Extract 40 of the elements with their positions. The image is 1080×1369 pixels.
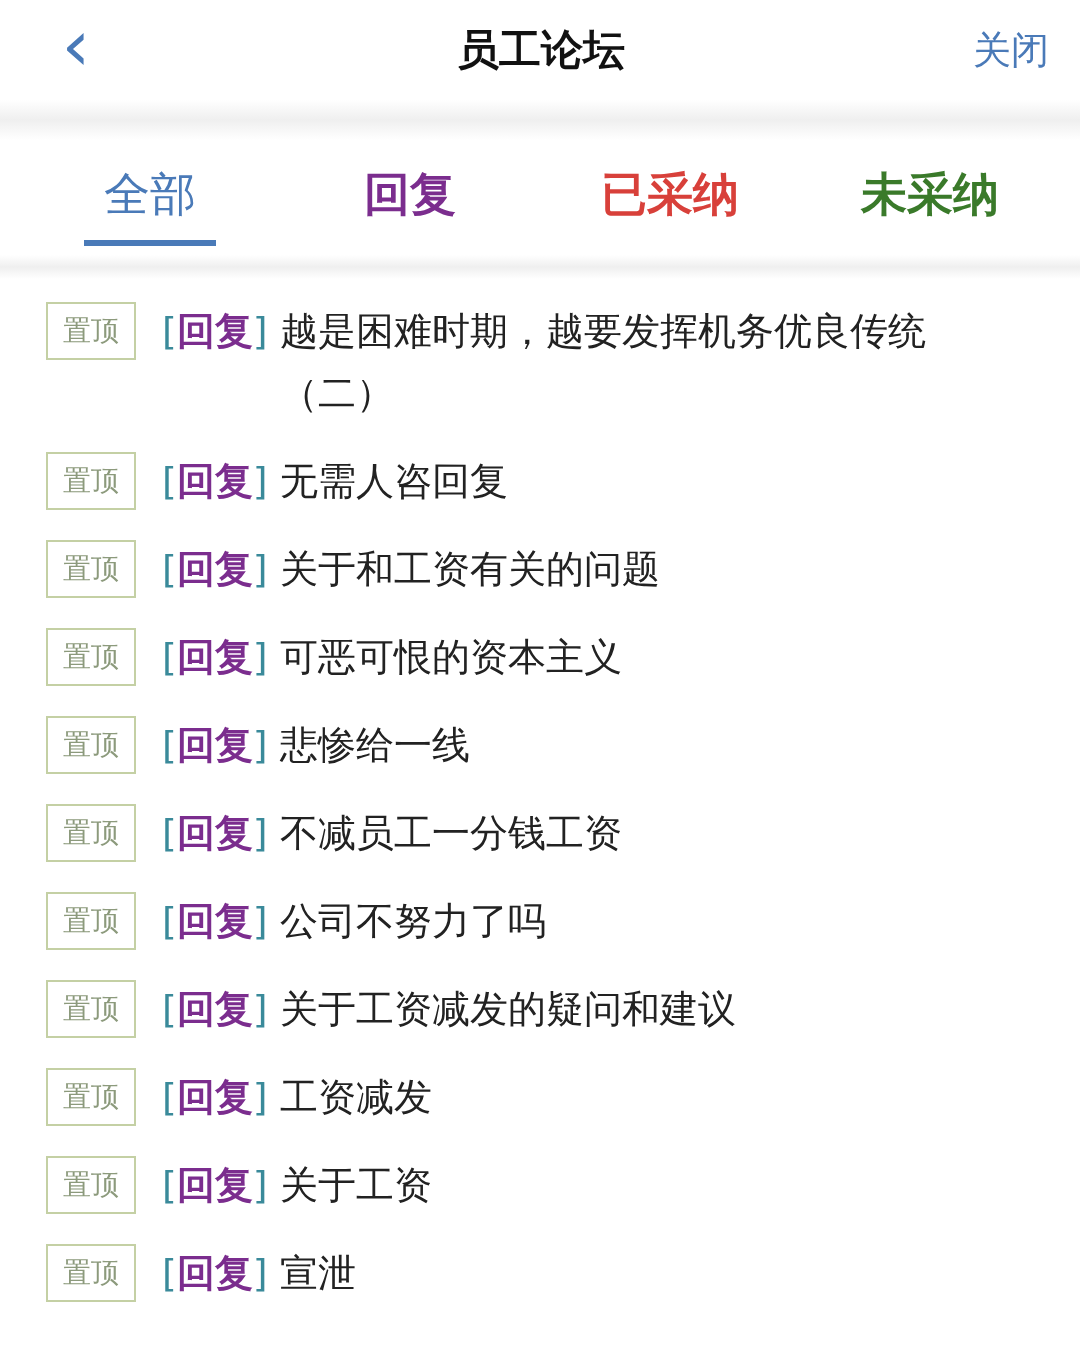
post-title[interactable]: 工资减发 — [279, 1066, 1020, 1128]
tab[interactable]: 全部 — [84, 149, 216, 246]
post-title[interactable]: 可恶可恨的资本主义 — [279, 626, 1020, 688]
pinned-badge: 置顶 — [46, 628, 136, 686]
reply-tag: [回复] — [162, 538, 268, 600]
back-button[interactable]: ‹ — [36, 9, 116, 91]
pinned-badge: 置顶 — [46, 892, 136, 950]
reply-tag: [回复] — [162, 626, 268, 688]
pinned-badge: 置顶 — [46, 716, 136, 774]
post-title[interactable]: 关于工资 — [279, 1154, 1020, 1216]
reply-tag: [回复] — [162, 450, 268, 512]
close-button[interactable]: 关闭 — [966, 24, 1056, 76]
post-title[interactable]: 公司不努力了吗 — [279, 890, 1020, 952]
reply-tag: [回复] — [162, 978, 268, 1040]
tab[interactable]: 回复 — [344, 149, 476, 246]
pinned-badge: 置顶 — [46, 452, 136, 510]
post-title[interactable]: 关于工资减发的疑问和建议 — [279, 978, 1020, 1040]
page-title: 员工论坛 — [457, 24, 625, 76]
pinned-badge: 置顶 — [46, 804, 136, 862]
reply-tag: [回复] — [162, 300, 268, 362]
pinned-badge: 置顶 — [46, 1244, 136, 1302]
post-title[interactable]: 无需人咨回复 — [279, 450, 1020, 512]
reply-tag: [回复] — [162, 1154, 268, 1216]
pinned-badge: 置顶 — [46, 1156, 136, 1214]
pinned-badge: 置顶 — [46, 980, 136, 1038]
post-title[interactable]: 悲惨给一线 — [279, 714, 1020, 776]
reply-tag: [回复] — [162, 1066, 268, 1128]
reply-tag: [回复] — [162, 714, 268, 776]
reply-tag: [回复] — [162, 1242, 268, 1304]
tab[interactable]: 已采纳 — [581, 149, 759, 246]
post-title[interactable]: 不减员工一分钱工资 — [279, 802, 1020, 864]
post-title[interactable]: 越是困难时期，越要发挥机务优良传统（二） — [279, 300, 1020, 424]
tab[interactable]: 未采纳 — [841, 149, 1019, 246]
post-title[interactable]: 宣泄 — [279, 1242, 1020, 1304]
reply-tag: [回复] — [162, 802, 268, 864]
pinned-badge: 置顶 — [46, 302, 136, 360]
reply-tag: [回复] — [162, 890, 268, 952]
pinned-badge: 置顶 — [46, 1068, 136, 1126]
pinned-badge: 置顶 — [46, 540, 136, 598]
post-title[interactable]: 关于和工资有关的问题 — [279, 538, 1020, 600]
